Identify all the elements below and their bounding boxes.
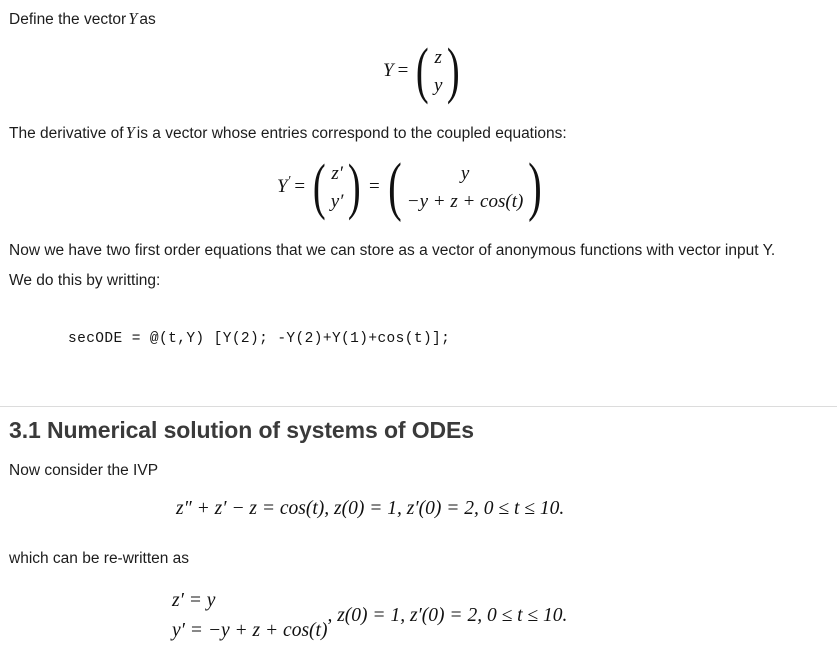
right-paren-icon-2: )	[348, 153, 362, 222]
inline-math-Y-2: Y	[125, 123, 135, 142]
vector-entry-y: y	[433, 74, 443, 96]
system-equation-line2: y′ = −y + z + cos(t)	[172, 620, 328, 642]
paragraph-two-first-order: Now we have two first order equations th…	[9, 242, 776, 289]
left-paren-icon-3: (	[387, 150, 402, 224]
section-heading-3-1: 3.1 Numerical solution of systems of ODE…	[9, 417, 474, 443]
inline-math-Y: Y	[128, 9, 138, 28]
equation-system-rewritten: z′ = y y′ = −y + z + cos(t) , z(0) = 1, …	[172, 586, 567, 646]
define-vector-text-after: as	[139, 11, 156, 28]
right-paren-icon-3: )	[528, 150, 543, 224]
derivative-text-before: The derivative of	[9, 125, 124, 142]
system-equation-line1: z′ = y	[172, 590, 216, 611]
equation-vector-Y-lhs: Y	[383, 59, 394, 81]
column-vector-derivatives: (z′ y′)	[309, 153, 365, 222]
right-paren-icon: )	[447, 37, 461, 106]
equation-derivative-lhs: Y	[277, 175, 288, 197]
section-divider	[0, 406, 837, 407]
document-page: Define the vector Yas Y =(z y) The derivati…	[0, 0, 837, 655]
equation-derivative-Y: Y′ =(z′ y′) =(y −y + z + cos(t))	[277, 150, 547, 224]
left-paren-icon: (	[416, 37, 430, 106]
paragraph-define-vector: Define the vector Yas	[9, 4, 156, 35]
vector-entry-z-prime: z′	[331, 163, 343, 184]
vector-entry-y-prime: y′	[330, 190, 344, 212]
code-line-secode[interactable]: secODE = @(t,Y) [Y(2); -Y(2)+Y(1)+cos(t)…	[68, 331, 450, 347]
column-vector-rhs: ( y −y + z + cos(t))	[384, 150, 547, 224]
system-conditions: , z(0) = 1, z′(0) = 2, 0 ≤ t ≤ 10.	[327, 605, 568, 627]
system-equations-stack: z′ = y y′ = −y + z + cos(t)	[172, 586, 327, 646]
derivative-text-after: is a vector whose entries correspond to …	[136, 125, 567, 142]
equation-derivative-equals-2: =	[369, 175, 380, 197]
rhs-entry-top: y	[460, 163, 470, 184]
paragraph-now-consider: Now consider the IVP	[9, 462, 159, 479]
equation-vector-Y: Y =(z y)	[383, 37, 464, 106]
define-vector-text-before: Define the vector	[9, 11, 127, 28]
equation-vector-Y-equals: =	[397, 59, 409, 81]
equation-derivative-equals-1: =	[294, 175, 306, 197]
left-paren-icon-2: (	[313, 153, 326, 222]
column-vector-Y: (z y)	[412, 37, 464, 106]
equation-ivp-text: z″ + z′ − z = cos(t), z(0) = 1, z′(0) = …	[176, 498, 565, 519]
paragraph-rewritten: which can be re-written as	[9, 550, 190, 567]
vector-entry-z: z	[434, 47, 442, 68]
equation-ivp: z″ + z′ − z = cos(t), z(0) = 1, z′(0) = …	[176, 498, 564, 520]
rhs-entry-bottom: −y + z + cos(t)	[406, 190, 524, 212]
paragraph-derivative-of-Y: The derivative of Yis a vector whose entr…	[9, 118, 567, 149]
